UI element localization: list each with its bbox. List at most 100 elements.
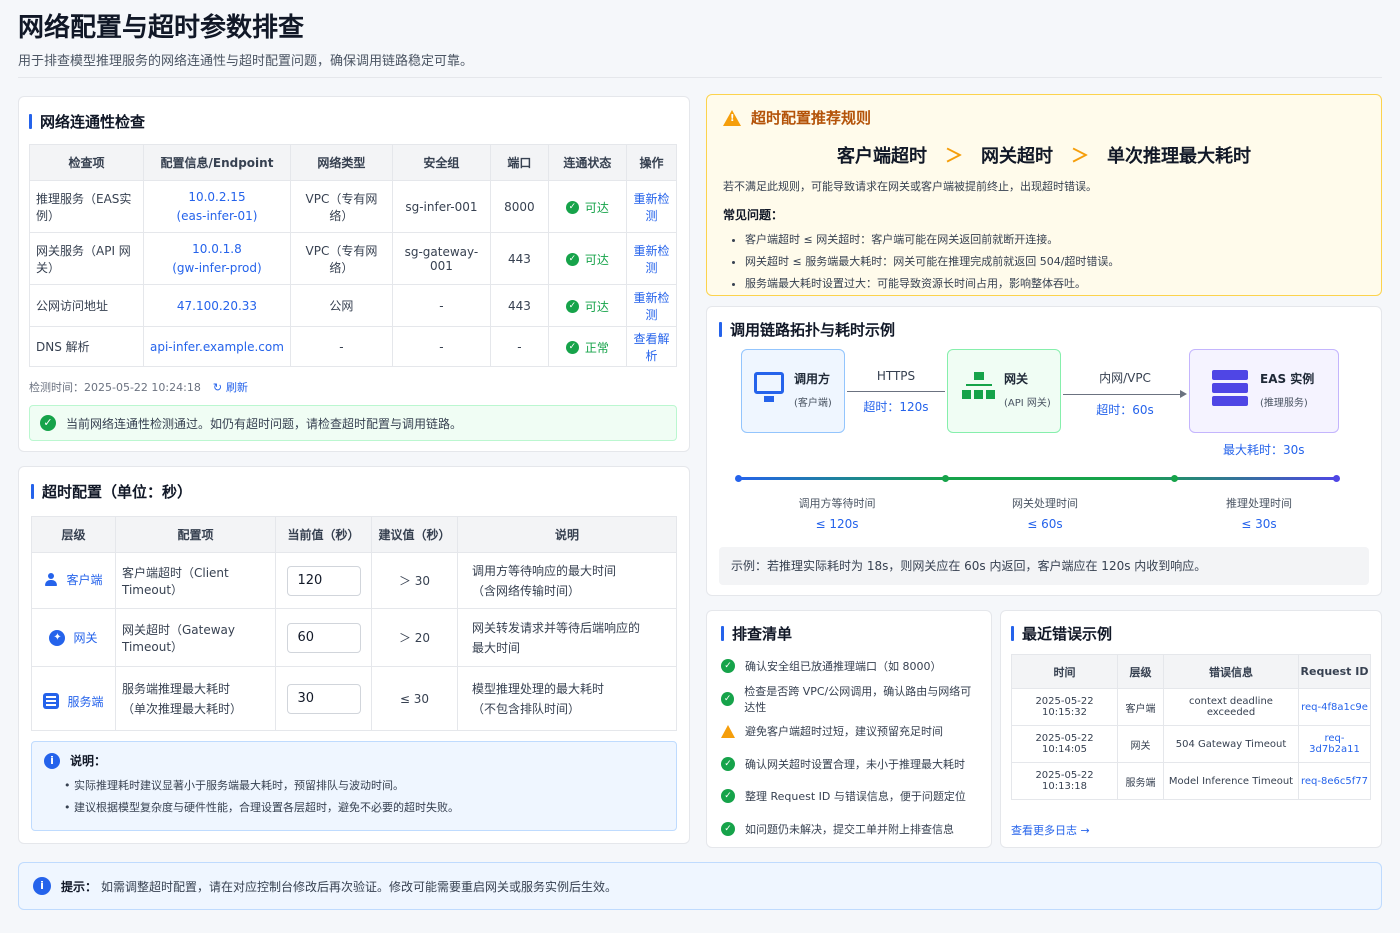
network-tree-icon [962,372,996,402]
errors-table: 时间 层级 错误信息 Request ID 2025-05-22 10:15:3… [1011,654,1371,800]
note-line: • 建议根据模型复杂度与硬件性能，合理设置各层超时，避免不必要的超时失败。 [64,801,459,814]
status-cell: ✓ 可达 [547,232,627,285]
check-circle-icon: ✓ [721,756,735,771]
warning-icon [721,724,735,738]
caller-node[interactable]: 调用方 (客户端) [741,349,845,433]
table-row: 2025-05-22 10:15:32 客户端 context deadline… [1011,688,1371,726]
endpoint[interactable]: 47.100.20.33 [143,284,291,327]
request-id-link[interactable]: req-3d7b2a11 [1298,725,1371,763]
checklist-item: ✓ 检查是否跨 VPC/公网调用，确认路由与网络可达性 [721,683,979,716]
error-msg: Model Inference Timeout [1163,762,1299,800]
more-logs-link[interactable]: 查看更多日志 → [1011,822,1371,838]
security-group: - [391,284,491,327]
network-type: 公网 [289,284,393,327]
col-header: 连通状态 [547,144,627,181]
table-row: 公网访问地址 47.100.20.33 公网 - 443 ✓ 可达 重新检测 [29,284,678,327]
server-timeout-input[interactable]: 30 [286,683,361,714]
table-row: 网关服务（API 网关） 10.0.1.8 (gw-infer-prod) VPC… [29,232,678,285]
eas-node[interactable]: EAS 实例 (推理服务) [1189,349,1339,433]
errors-card: 最近错误示例 时间 层级 错误信息 Request ID 2025-05-22 … [1000,610,1382,848]
timeline-dot [1171,475,1178,482]
timeout-table: 层级 配置项 当前值（秒） 建议值（秒） 说明 客户端 客户端超时（Client… [31,516,677,731]
timeline-dot [1333,475,1340,482]
gateway-node[interactable]: 网关 (API 网关) [947,349,1061,433]
col-header: 配置项 [115,516,276,553]
timeline-gateway: 网关处理时间 ≤ 60s [1012,497,1078,531]
col-header: 层级 [31,516,116,553]
monitor-icon [754,372,784,394]
col-header: 操作 [625,144,678,181]
timeline [737,477,1339,480]
error-layer: 服务端 [1117,762,1164,800]
check-circle-icon: ✓ [565,252,579,266]
recheck-button[interactable]: 重新检测 [625,232,678,285]
desc-cell: 调用方等待响应的最大时间 （含网络传输时间） [457,552,677,609]
col-header: 检查项 [29,144,144,181]
page-title: 网络配置与超时参数排查 [18,13,305,43]
page-header: 网络配置与超时参数排查 用于排查模型推理服务的网络连通性与超时配置问题，确保调用… [18,10,1382,78]
timeout-title: 超时配置（单位：秒） [31,481,677,502]
link-vpc: 内网/VPC 超时：60s [1061,369,1189,418]
view-dns-button[interactable]: 查看解析 [625,326,678,367]
rules-title: 超时配置推荐规则 [751,109,872,127]
error-time: 2025-05-22 10:15:32 [1011,688,1118,726]
suggest-cell: ＞ 30 [371,552,458,609]
endpoint[interactable]: 10.0.2.15 (eas-infer-01) [143,180,291,233]
server-stack-icon [1212,370,1248,406]
connectivity-table: 检查项 配置信息/Endpoint 网络类型 安全组 端口 连通状态 操作 推理… [29,144,678,367]
error-msg: 504 Gateway Timeout [1163,725,1299,763]
tip-label: 提示： [61,879,98,894]
note-line: • 实际推理耗时建议显著小于服务端最大耗时，预留排队与波动时间。 [64,779,404,792]
status-cell: ✓ 正常 [547,326,627,367]
port: 8000 [489,180,549,233]
col-header: 安全组 [391,144,491,181]
page-subtitle: 用于排查模型推理服务的网络连通性与超时配置问题，确保调用链路稳定可靠。 [18,54,474,69]
check-item: 推理服务（EAS实例） [29,180,144,233]
error-layer: 网关 [1117,725,1164,763]
connectivity-card: 网络连通性检查 检查项 配置信息/Endpoint 网络类型 安全组 端口 连通… [18,96,690,452]
checklist-item: ✓ 确认安全组已放通推理端口（如 8000） [721,650,979,683]
endpoint[interactable]: api-infer.example.com [143,326,291,367]
table-row: ✦ 网关 网关超时（Gateway Timeout） 60 ＞ 20 网关转发请求… [31,608,677,667]
table-row: 2025-05-22 10:14:05 网关 504 Gateway Timeo… [1011,725,1371,763]
check-circle-icon: ✓ [721,789,735,804]
check-circle-icon: ✓ [565,340,579,354]
security-group: sg-infer-001 [391,180,491,233]
tip-bar: i 提示： 如需调整超时配置，请在对应控制台修改后再次验证。修改可能需要重启网关… [18,862,1382,910]
checklist-title: 排查清单 [721,623,979,644]
check-item: DNS 解析 [29,326,144,367]
value-cell: 30 [275,666,372,731]
security-group: sg-gateway-001 [391,232,491,285]
refresh-icon: ↻ [212,380,223,394]
client-timeout-input[interactable]: 120 [286,565,361,596]
timeout-card: 超时配置（单位：秒） 层级 配置项 当前值（秒） 建议值（秒） 说明 客户端 客… [18,466,690,844]
check-time: 检测时间：2025-05-22 10:24:18 [29,381,201,394]
endpoint[interactable]: 10.0.1.8 (gw-infer-prod) [143,232,291,285]
port: 443 [489,284,549,327]
checklist-item: ✓ 如问题仍未解决，提交工单并附上排查信息 [721,813,979,846]
suggest-cell: ≤ 30 [371,666,458,731]
timeline-dot [735,475,742,482]
timeline-caller: 调用方等待时间 ≤ 120s [798,497,876,531]
request-id-link[interactable]: req-4f8a1c9e [1298,688,1371,726]
warning-icon: ! [723,109,741,126]
connectivity-title: 网络连通性检查 [29,111,677,132]
check-circle-icon: ✓ [565,299,579,313]
layer-cell: ✦ 网关 [31,608,116,667]
recheck-button[interactable]: 重新检测 [625,284,678,327]
desc-cell: 模型推理处理的最大耗时 （不包含排队时间） [457,666,677,731]
server-icon [43,693,60,710]
user-icon [44,572,58,587]
recheck-button[interactable]: 重新检测 [625,180,678,233]
topology-title: 调用链路拓扑与耗时示例 [719,319,895,340]
value-cell: 120 [275,552,372,609]
gateway-timeout-input[interactable]: 60 [286,622,361,653]
desc-cell: 网关转发请求并等待后端响应的 最大时间 [457,608,677,667]
issue-item: 客户端超时 ≤ 网关超时：客户端可能在网关返回前就断开连接。 [745,229,1365,251]
success-banner: ✓ 当前网络连通性检测通过。如仍有超时问题，请检查超时配置与调用链路。 [29,405,677,441]
port: - [489,326,549,367]
config-item: 服务端推理最大耗时 （单次推理最大耗时） [115,666,276,731]
refresh-button[interactable]: ↻ 刷新 [213,379,248,395]
request-id-link[interactable]: req-8e6c5f77 [1298,762,1371,800]
table-row: DNS 解析 api-infer.example.com - - - ✓ 正常 查… [29,326,678,367]
